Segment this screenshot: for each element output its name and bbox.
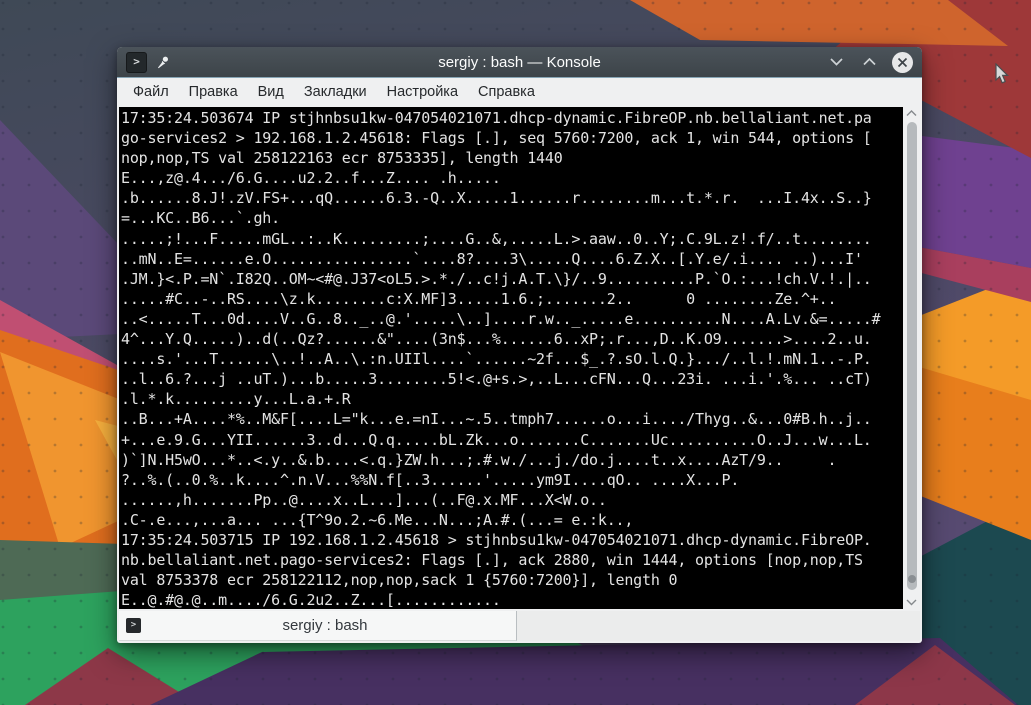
konsole-app-icon: > xyxy=(126,51,147,73)
titlebar[interactable]: > sergiy : bash — Konsole xyxy=(117,47,922,78)
mouse-cursor xyxy=(995,63,1010,84)
tab-sergiy-bash[interactable]: > sergiy : bash xyxy=(119,611,517,641)
terminal-line: 17:35:24.503715 IP 192.168.1.2.45618 > s… xyxy=(121,530,872,549)
terminal-line: val 8753378 ecr 258122112,nop,nop,sack 1… xyxy=(121,571,678,590)
tab-label: sergiy : bash xyxy=(282,617,368,634)
terminal-line: ?..%.(..0.%..k....^.n.V...%%N.f[..3.....… xyxy=(121,470,740,489)
terminal-area: 17:35:24.503674 IP stjhnbsu1kw-047054021… xyxy=(119,107,920,609)
terminal-line: go-services2 > 192.168.1.2.45618: Flags … xyxy=(121,129,872,148)
terminal-line: ..mN..E=......e.O................`....8?… xyxy=(121,249,863,268)
desktop: { "window": { "title": "sergiy : bash — … xyxy=(0,0,1031,705)
scrollbar-marker xyxy=(907,575,916,583)
menu-item-help[interactable]: Справка xyxy=(468,80,545,104)
pin-icon[interactable] xyxy=(156,55,171,70)
terminal-line: .....#C..-..RS....\z.k........c:X.MF]3..… xyxy=(121,289,837,308)
terminal-line: ....s.'...T......\..!..A..\.:n.UIIl....`… xyxy=(121,350,872,369)
terminal-line: +...e.9.G...YII......3..d...Q.q.....bL.Z… xyxy=(121,430,872,449)
terminal-output[interactable]: 17:35:24.503674 IP stjhnbsu1kw-047054021… xyxy=(119,107,903,609)
terminal-line: nb.bellaliant.net.pago-services2: Flags … xyxy=(121,551,863,570)
terminal-line: .l.*.k.........y...L.a.+.R xyxy=(121,390,351,409)
menu-item-bookmarks[interactable]: Закладки xyxy=(294,80,377,104)
terminal-line: .....;!...F.....mGL..:..K.........;....G… xyxy=(121,229,872,248)
terminal-line: E..@.#@.@..m..../6.G.2u2..Z...[.........… xyxy=(121,591,501,609)
scroll-down-icon[interactable] xyxy=(906,599,917,606)
terminal-line: .JM.}<.P.=N`.I82Q..OM~<#@.J37<oL5.>.*./.… xyxy=(121,269,872,288)
maximize-button[interactable] xyxy=(858,51,880,73)
scrollbar[interactable] xyxy=(903,107,920,609)
terminal-line: )`]N.H5wO...*..<.y..&.b....<.q.}ZW.h...;… xyxy=(121,450,837,469)
chevron-down-icon xyxy=(829,58,843,66)
terminal-line: 4^...Y.Q.....)..d(..Qz?......&"....(3n$.… xyxy=(121,330,872,349)
scroll-up-icon[interactable] xyxy=(906,110,917,117)
terminal-line: .b......8.J!.zV.FS+...qQ......6.3.-Q..X.… xyxy=(121,189,872,208)
close-button[interactable] xyxy=(891,51,913,73)
terminal-line: ..l..6.?...j ..uT.)...b.....3........5!<… xyxy=(121,370,872,389)
close-icon xyxy=(897,57,907,67)
terminal-tab-icon: > xyxy=(126,618,141,633)
menu-item-file[interactable]: Файл xyxy=(123,80,179,104)
terminal-line: nop,nop,TS val 258122163 ecr 8753335], l… xyxy=(121,149,563,168)
terminal-line: ..<.....T...0d....V..G..8.._..@.'.....\.… xyxy=(121,309,881,328)
scrollbar-thumb[interactable] xyxy=(906,122,917,590)
tabbar: > sergiy : bash xyxy=(119,611,920,641)
menu-item-edit[interactable]: Правка xyxy=(179,80,248,104)
terminal-line: E...,z@.4.../6.G....u2.2..f...Z.... .h..… xyxy=(121,169,501,188)
chevron-up-icon xyxy=(862,58,876,66)
menubar: Файл Правка Вид Закладки Настройка Справка xyxy=(117,78,922,106)
terminal-line: .C-.e...,...a... ...{T^9o.2.~6.Me...N...… xyxy=(121,510,634,529)
terminal-line: ..B...+A....*%..M&F[....L="k...e.=nI...~… xyxy=(121,410,872,429)
terminal-line: =...KC..B6...`.gh. xyxy=(121,209,280,228)
terminal-line: 17:35:24.503674 IP stjhnbsu1kw-047054021… xyxy=(121,109,872,127)
konsole-window: > sergiy : bash — Konsole Файл Правка Ви… xyxy=(117,47,922,643)
menu-item-settings[interactable]: Настройка xyxy=(377,80,468,104)
terminal-line: ......,h.......Pp..@....x..L...]...(..F@… xyxy=(121,490,607,509)
window-title: sergiy : bash — Konsole xyxy=(438,53,601,71)
menu-item-view[interactable]: Вид xyxy=(248,80,294,104)
minimize-button[interactable] xyxy=(825,51,847,73)
